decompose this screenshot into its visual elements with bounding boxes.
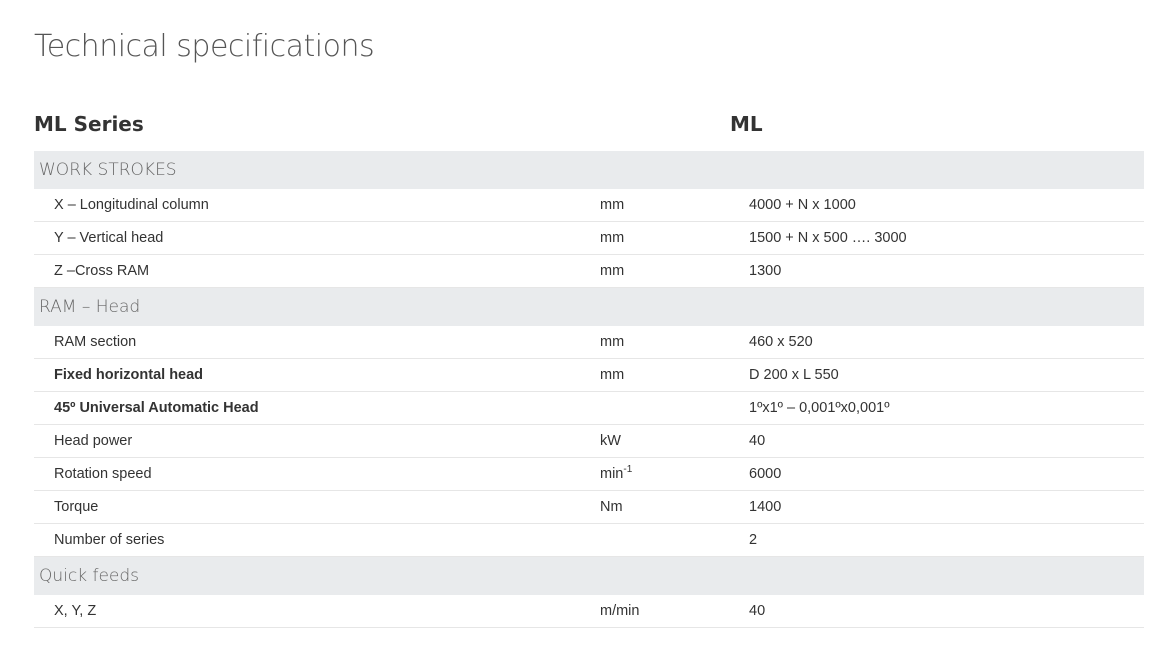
table-row: Number of series 2 [34, 523, 1145, 557]
spec-value: 40 [749, 424, 1145, 458]
spec-unit [600, 523, 749, 557]
unit-base: min [600, 466, 624, 482]
spec-label: Head power [34, 424, 600, 458]
spec-label: X, Y, Z [34, 595, 600, 628]
table-row: Y – Vertical head mm 1500 + N x 500 …. 3… [34, 221, 1145, 255]
spec-label: Fixed horizontal head [34, 358, 600, 392]
spec-value: 1500 + N x 500 …. 3000 [749, 221, 1145, 255]
spec-label: Y – Vertical head [34, 221, 600, 255]
spec-label: X – Longitudinal column [34, 189, 600, 222]
spec-value: 40 [749, 595, 1145, 628]
spec-label: Z –Cross RAM [34, 254, 600, 288]
section-header-quick-feeds: Quick feeds [34, 556, 1145, 595]
spec-unit: m/min [600, 595, 749, 628]
spec-table: WORK STROKES X – Longitudinal column mm … [34, 151, 1145, 628]
spec-label: Rotation speed [34, 457, 600, 491]
spec-label: 45º Universal Automatic Head [34, 391, 600, 425]
table-row: Rotation speed min-1 6000 [34, 457, 1145, 491]
spec-value: 6000 [749, 457, 1145, 491]
spec-value: 4000 + N x 1000 [749, 189, 1145, 222]
table-row: Head power kW 40 [34, 424, 1145, 458]
section-title: RAM – Head [34, 287, 1145, 326]
spec-unit [600, 391, 749, 425]
spec-unit: Nm [600, 490, 749, 524]
spec-unit: mm [600, 189, 749, 222]
spec-value: 1300 [749, 254, 1145, 288]
series-name: ML Series [34, 112, 144, 136]
spec-unit: min-1 [600, 457, 749, 491]
spec-label: Number of series [34, 523, 600, 557]
spec-unit: mm [600, 254, 749, 288]
spec-label: Torque [34, 490, 600, 524]
spec-value: 2 [749, 523, 1145, 557]
spec-header: ML Series ML [34, 108, 1144, 140]
section-title: WORK STROKES [34, 151, 1145, 189]
spec-value: 1400 [749, 490, 1145, 524]
model-name: ML [730, 112, 763, 136]
unit-exponent: -1 [623, 464, 633, 475]
spec-unit: kW [600, 424, 749, 458]
spec-unit: mm [600, 326, 749, 359]
spec-unit: mm [600, 221, 749, 255]
table-row: Fixed horizontal head mm D 200 x L 550 [34, 358, 1145, 392]
section-header-ram-head: RAM – Head [34, 287, 1145, 326]
section-title: Quick feeds [34, 556, 1145, 595]
spec-value: 460 x 520 [749, 326, 1145, 359]
page-title: Technical specifications [34, 29, 375, 64]
spec-unit: mm [600, 358, 749, 392]
section-header-work-strokes: WORK STROKES [34, 151, 1145, 189]
table-row: X, Y, Z m/min 40 [34, 595, 1145, 628]
table-row: RAM section mm 460 x 520 [34, 326, 1145, 359]
table-row: X – Longitudinal column mm 4000 + N x 10… [34, 189, 1145, 222]
table-row: 45º Universal Automatic Head 1ºx1º – 0,0… [34, 391, 1145, 425]
spec-label: RAM section [34, 326, 600, 359]
spec-value: D 200 x L 550 [749, 358, 1145, 392]
table-row: Z –Cross RAM mm 1300 [34, 254, 1145, 288]
table-row: Torque Nm 1400 [34, 490, 1145, 524]
spec-value: 1ºx1º – 0,001ºx0,001º [749, 391, 1145, 425]
